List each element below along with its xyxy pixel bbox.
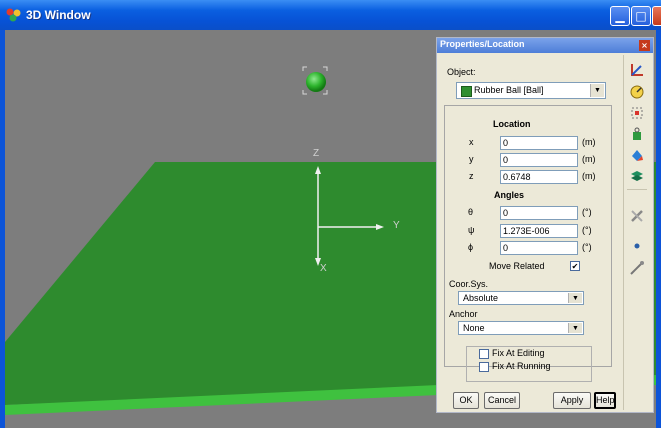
title-bar[interactable]: 3D Window ▁ □ (0, 0, 661, 30)
angle-psi-field[interactable]: 1.273E-006 (500, 224, 578, 238)
tools-icon[interactable] (628, 208, 646, 224)
angles-heading: Angles (494, 190, 525, 200)
y-axis-label: Y (393, 220, 400, 231)
dot-icon[interactable] (628, 238, 646, 254)
angle-phi-field[interactable]: 0 (500, 241, 578, 255)
minimize-icon: ▁ (615, 9, 625, 23)
object-value: Rubber Ball [Ball] (474, 85, 544, 95)
location-z-field[interactable]: 0.6748 (500, 170, 578, 184)
object-select[interactable]: Rubber Ball [Ball] ▼ (456, 82, 606, 99)
ok-button[interactable]: OK (453, 392, 479, 409)
probe-icon[interactable] (628, 260, 646, 276)
move-related-label: Move Related (489, 261, 545, 271)
app-icon (6, 8, 21, 22)
cancel-button[interactable]: Cancel (484, 392, 520, 409)
angle-theta-label: θ (468, 207, 474, 217)
weight-icon[interactable] (628, 126, 646, 142)
fix-editing-label: Fix At Editing (492, 348, 545, 358)
panel-title: Properties/Location (440, 39, 525, 49)
maximize-button[interactable]: □ (631, 6, 651, 26)
maximize-icon: □ (635, 9, 647, 23)
panel-title-bar[interactable]: Properties/Location × (437, 38, 653, 53)
fix-running-checkbox[interactable] (479, 362, 489, 372)
fix-running-label: Fix At Running (492, 361, 551, 371)
anchor-select[interactable]: None ▼ (458, 321, 584, 335)
location-z-unit: (m) (582, 171, 596, 181)
coor-sys-label: Coor.Sys. (449, 279, 489, 289)
location-y-label: y (469, 154, 474, 164)
fix-editing-checkbox[interactable] (479, 349, 489, 359)
select-box-icon[interactable] (628, 105, 646, 121)
location-x-unit: (m) (582, 137, 596, 147)
angle-theta-field[interactable]: 0 (500, 206, 578, 220)
gauge-icon[interactable] (628, 83, 646, 99)
angle-psi-label: ψ (468, 225, 475, 235)
minimize-button[interactable]: ▁ (610, 6, 630, 26)
close-button[interactable] (652, 6, 661, 26)
apply-button[interactable]: Apply (553, 392, 591, 409)
angle-phi-unit: (°) (582, 242, 592, 252)
location-heading: Location (493, 119, 531, 129)
chevron-down-icon[interactable]: ▼ (590, 84, 604, 97)
anchor-label: Anchor (449, 309, 478, 319)
close-icon: × (641, 41, 648, 50)
properties-location-panel: Properties/Location × Object: Rubber Bal… (436, 37, 654, 413)
window-title: 3D Window (26, 8, 91, 22)
layers-icon[interactable] (628, 168, 646, 184)
location-group: Location x 0 (m) y 0 (m) z 0.6748 (m) An… (444, 105, 612, 382)
location-y-field[interactable]: 0 (500, 153, 578, 167)
object-icon (461, 86, 472, 97)
location-x-label: x (469, 137, 474, 147)
angle-psi-unit: (°) (582, 225, 592, 235)
location-x-field[interactable]: 0 (500, 136, 578, 150)
chevron-down-icon[interactable]: ▼ (568, 323, 582, 333)
x-axis-label: X (320, 263, 327, 274)
chevron-down-icon[interactable]: ▼ (568, 293, 582, 303)
z-axis-label: Z (313, 148, 320, 159)
help-button[interactable]: Help (594, 392, 616, 409)
paint-icon[interactable] (628, 147, 646, 163)
location-y-unit: (m) (582, 154, 596, 164)
location-z-label: z (469, 171, 474, 181)
toolbar-divider (623, 55, 624, 410)
rubber-ball (306, 72, 326, 92)
angle-phi-label: ϕ (468, 242, 474, 252)
coor-sys-select[interactable]: Absolute ▼ (458, 291, 584, 305)
panel-close-button[interactable]: × (639, 40, 650, 51)
move-related-checkbox[interactable]: ✔ (570, 261, 580, 271)
angle-theta-unit: (°) (582, 207, 592, 217)
object-label: Object: (447, 67, 476, 77)
axes-icon[interactable] (628, 62, 646, 78)
